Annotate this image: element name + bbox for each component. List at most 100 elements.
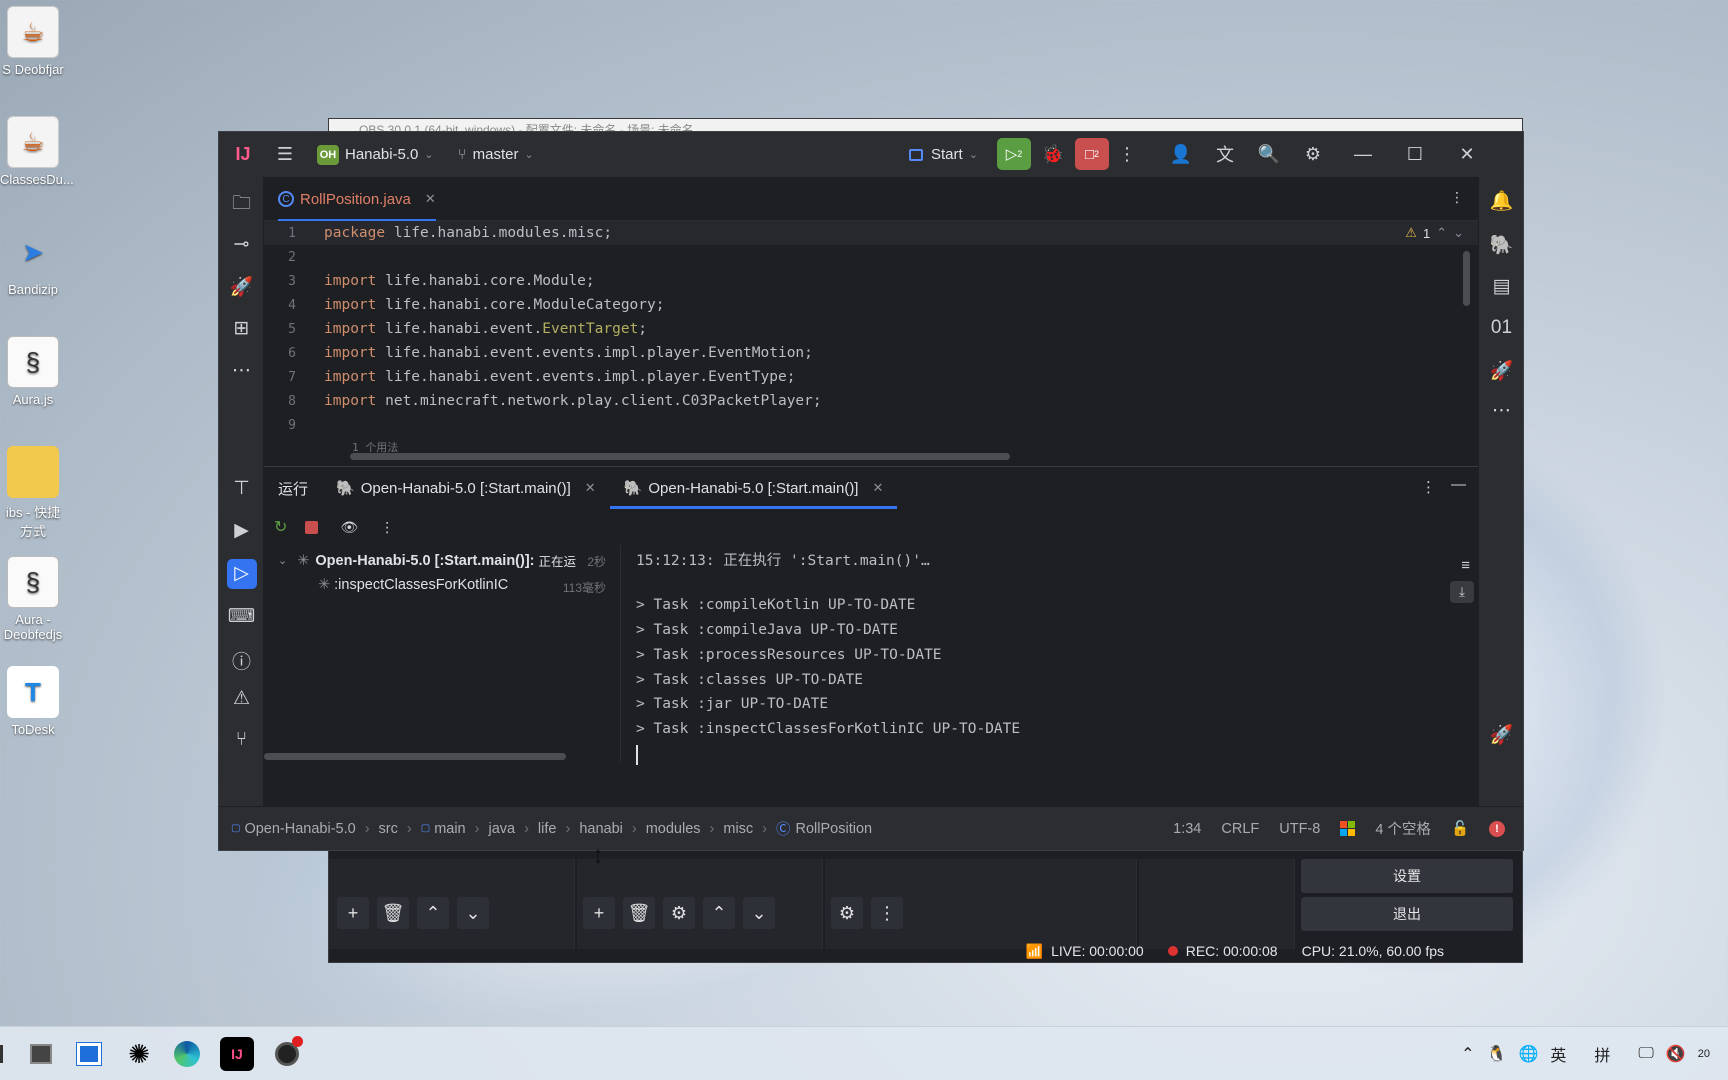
add-source-button[interactable]: + (583, 897, 615, 929)
breadcrumb-item[interactable]: RollPosition (796, 821, 873, 837)
structure-icon[interactable]: ⊞ (219, 317, 264, 340)
eye-icon[interactable]: 👁 (340, 519, 358, 536)
close-tab-icon[interactable]: ✕ (872, 480, 883, 496)
build-hammer-icon[interactable]: ⊤ (219, 477, 264, 500)
warning-icon[interactable]: ⚠ (219, 687, 264, 710)
caret-position[interactable]: 1:34 (1173, 821, 1201, 837)
editor-tab-rollposition[interactable]: C RollPosition.java ✕ (278, 177, 436, 221)
project-folder-icon[interactable]: 🗀 (219, 189, 264, 221)
ime-language[interactable]: 英 (1550, 1042, 1566, 1066)
mixer-settings-icon[interactable]: ⚙ (831, 897, 863, 929)
problems-icon[interactable]: ⓘ (219, 647, 264, 674)
breadcrumb-item[interactable]: java (488, 821, 515, 837)
panel-options-icon[interactable]: ⋮ (1421, 478, 1436, 496)
breadcrumb-item[interactable]: life (538, 821, 557, 837)
more-tools-icon[interactable]: ⋯ (1479, 399, 1524, 422)
bookmarks-icon[interactable]: ▤ (1479, 275, 1524, 298)
move-up-button[interactable]: ⌃ (417, 897, 449, 929)
chevron-up-icon[interactable]: ⌃ (1436, 225, 1447, 241)
branch-switcher[interactable]: ⑂ master ⌄ (458, 146, 534, 163)
desktop-icon-todesk[interactable]: T ToDesk (0, 666, 66, 737)
breadcrumb-item[interactable]: main (434, 821, 465, 837)
git-icon[interactable]: ⑂ (219, 729, 264, 751)
indent-setting[interactable]: 4 个空格 (1375, 818, 1431, 839)
close-tab-icon[interactable]: ✕ (585, 480, 596, 496)
desktop-icon-aura-js[interactable]: § Aura.js (0, 336, 66, 407)
network-icon[interactable]: 🖵 (1638, 1045, 1653, 1063)
close-tab-icon[interactable]: ✕ (425, 191, 436, 207)
gradle-elephant-icon[interactable]: 🐘 (1479, 233, 1524, 257)
obs-taskbar-icon[interactable] (270, 1036, 304, 1071)
inspection-widget[interactable]: ⚠ 1 ⌃ ⌄ (1405, 225, 1464, 241)
commit-icon[interactable]: ⊸ (219, 233, 264, 256)
chevron-down-icon[interactable]: ⌄ (278, 554, 287, 567)
soft-wrap-icon[interactable]: ≡ (1461, 557, 1470, 574)
more-actions-icon[interactable]: ⋮ (1113, 140, 1141, 168)
intellij-taskbar-icon[interactable]: IJ (220, 1037, 254, 1071)
run-tab-active[interactable]: 🐘 Open-Hanabi-5.0 [:Start.main()] ✕ (609, 467, 898, 509)
lock-icon[interactable]: 🔓 (1451, 820, 1469, 837)
jrebel-panel-icon[interactable]: 🚀 (1479, 723, 1524, 747)
clock[interactable]: 20 (1698, 1048, 1710, 1060)
maximize-icon[interactable]: ☐ (1401, 140, 1429, 168)
services-icon[interactable]: ▶ (219, 519, 264, 542)
task-view-icon[interactable] (24, 1037, 58, 1071)
ime-mode[interactable]: 拼 (1594, 1042, 1610, 1066)
breadcrumb-item[interactable]: hanabi (579, 821, 623, 837)
move-down-button[interactable]: ⌄ (743, 897, 775, 929)
desktop-icon-deobfjar[interactable]: ☕ S Deobfjar (0, 6, 66, 77)
more-menu-icon[interactable]: ⋮ (871, 897, 903, 929)
main-menu-icon[interactable]: ☰ (271, 141, 299, 169)
close-icon[interactable]: ✕ (1453, 140, 1481, 168)
desktop-icon-aura-deobfed[interactable]: § Aura - Deobfedjs (0, 556, 66, 642)
obs-settings-button[interactable]: 设置 (1301, 859, 1513, 893)
horizontal-scrollbar[interactable] (350, 453, 1010, 460)
vertical-scrollbar[interactable] (1463, 251, 1470, 306)
code-editor[interactable]: 1 package life.hanabi.modules.misc; 2 3 … (264, 221, 1478, 466)
add-user-icon[interactable]: 👤 (1167, 140, 1195, 168)
minimize-icon[interactable]: — (1349, 140, 1377, 168)
volume-muted-icon[interactable]: 🔇 (1666, 1044, 1686, 1064)
gear-icon[interactable]: ⚙ (663, 897, 695, 929)
stop-button[interactable]: □ 2 (1075, 138, 1109, 170)
more-tools-icon[interactable]: ⋯ (219, 359, 264, 382)
run-button[interactable]: ▷ 2 (997, 138, 1031, 170)
run-tool-icon[interactable]: ▷ (219, 559, 264, 589)
rerun-icon[interactable]: ↻ (274, 517, 287, 537)
search-icon[interactable] (0, 1045, 6, 1063)
breadcrumb-item[interactable]: modules (646, 821, 701, 837)
qq-icon[interactable]: 🐧 (1487, 1044, 1507, 1064)
desktop-icon-classesdump[interactable]: ☕ ClassesDu... (0, 116, 74, 187)
editor-more-icon[interactable]: ⋮ (1450, 189, 1464, 206)
chevron-down-icon[interactable]: ⌄ (1453, 225, 1464, 241)
translate-icon[interactable]: 文 (1211, 140, 1239, 168)
move-up-button[interactable]: ⌃ (703, 897, 735, 929)
tray-app-icon[interactable]: 🌐 (1518, 1044, 1538, 1064)
jrebel-icon[interactable]: 🚀 (1479, 359, 1524, 383)
move-down-button[interactable]: ⌄ (457, 897, 489, 929)
chatgpt-icon[interactable]: ✺ (122, 1037, 156, 1071)
obs-exit-button[interactable]: 退出 (1301, 897, 1513, 931)
settings-gear-icon[interactable]: ⚙ (1299, 140, 1327, 168)
breadcrumb-item[interactable]: Open-Hanabi-5.0 (244, 821, 355, 837)
line-separator[interactable]: CRLF (1221, 821, 1259, 837)
desktop-icon-bandizip[interactable]: ➤ Bandizip (0, 226, 66, 298)
delete-source-button[interactable]: 🗑 (623, 897, 655, 929)
delete-scene-button[interactable]: 🗑 (377, 897, 409, 929)
breadcrumb-item[interactable]: src (379, 821, 398, 837)
notifications-bell-icon[interactable]: 🔔 (1479, 189, 1524, 213)
edge-icon[interactable] (170, 1037, 204, 1071)
add-scene-button[interactable]: + (337, 897, 369, 929)
jrebel-icon[interactable]: 🚀 (219, 275, 264, 299)
tree-scrollbar[interactable] (264, 753, 566, 760)
tree-node-root[interactable]: ⌄ ✳ Open-Hanabi-5.0 [:Start.main()]: 正在运 (278, 551, 576, 570)
run-config-selector[interactable]: Start ⌄ (909, 146, 978, 163)
ide-titlebar[interactable]: IJ ☰ OH Hanabi-5.0 ⌄ ⑂ master ⌄ Start ⌄ … (219, 132, 1523, 177)
file-encoding[interactable]: UTF-8 (1279, 821, 1320, 837)
stop-icon[interactable] (305, 520, 319, 534)
desktop-icon-ibs-shortcut[interactable]: ibs - 快捷方式 (0, 446, 66, 540)
chevron-up-icon[interactable]: ⌃ (1461, 1044, 1474, 1064)
breadcrumb-item[interactable]: misc (723, 821, 753, 837)
binary-viewer-icon[interactable]: 01 (1479, 317, 1524, 339)
search-icon[interactable]: 🔍 (1255, 140, 1283, 168)
